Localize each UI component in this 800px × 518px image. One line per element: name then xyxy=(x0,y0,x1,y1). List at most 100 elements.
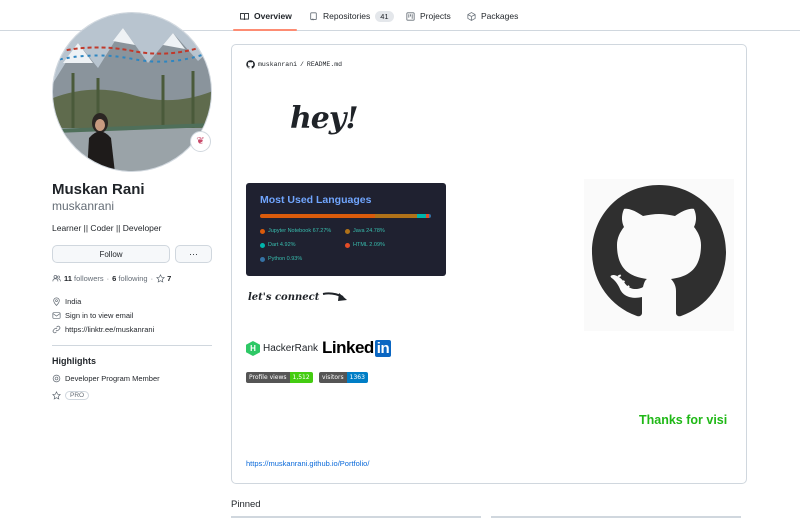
language-item: Python 0.93% xyxy=(260,256,302,262)
profile-views-badge: Profile views 1,512 xyxy=(246,372,313,383)
repo-icon xyxy=(310,11,317,20)
lets-connect-text: let's connect xyxy=(248,289,351,305)
hackerrank-icon: H xyxy=(246,341,260,356)
profile-views-label: Profile views xyxy=(246,372,290,383)
language-item: Java 24.78% xyxy=(345,228,385,234)
languages-card-title: Most Used Languages xyxy=(260,194,372,206)
profile-bio: Learner || Coder || Developer xyxy=(52,223,162,233)
book-icon xyxy=(240,12,249,20)
tab-projects-label: Projects xyxy=(420,11,451,21)
language-dot xyxy=(345,242,350,248)
language-item: Dart 4.92% xyxy=(260,242,296,248)
tab-packages-label: Packages xyxy=(481,11,519,21)
profile-username: muskanrani xyxy=(52,199,115,213)
tab-packages[interactable]: Packages xyxy=(467,6,518,26)
readme-card: muskanrani / README.md hey! Most Used La… xyxy=(231,44,747,484)
location-icon xyxy=(53,297,60,306)
stars-link[interactable]: 7 xyxy=(156,274,171,283)
highlight-pro: PRO xyxy=(52,391,90,400)
status-emoji-button[interactable]: ❦ xyxy=(190,131,211,152)
lets-connect-label: let's connect xyxy=(248,291,320,303)
linkedin-link[interactable]: Linked in xyxy=(322,338,392,358)
language-label: Jupyter Notebook 67.27% xyxy=(268,228,332,234)
tab-repositories[interactable]: Repositories 41 xyxy=(309,6,394,26)
website-row: https://linktr.ee/muskanrani xyxy=(52,325,154,334)
readme-path-file[interactable]: README.md xyxy=(307,61,342,68)
language-bar-segment xyxy=(429,214,431,218)
avatar[interactable] xyxy=(52,12,212,172)
highlight-developer-program-label: Developer Program Member xyxy=(65,374,160,383)
languages-progress-bar xyxy=(260,214,431,218)
tab-overview[interactable]: Overview xyxy=(240,6,292,26)
stats-separator: · xyxy=(106,274,110,283)
arrow-icon xyxy=(323,292,348,301)
cpu-icon xyxy=(52,374,61,383)
project-icon xyxy=(406,11,415,21)
hackerrank-label: HackerRank xyxy=(263,343,319,354)
language-item: HTML 2.09% xyxy=(345,242,385,248)
follow-button[interactable]: Follow xyxy=(52,245,170,263)
stats-separator: · xyxy=(150,274,154,283)
location-text: India xyxy=(65,297,82,306)
highlight-developer-program[interactable]: Developer Program Member xyxy=(52,374,160,383)
language-label: Python 0.93% xyxy=(268,256,303,262)
status-icon: ❦ xyxy=(196,136,205,147)
tab-overview-label: Overview xyxy=(254,11,292,21)
github-icon xyxy=(246,60,255,69)
followers-link[interactable]: 11 followers xyxy=(64,274,104,283)
tab-repositories-label: Repositories xyxy=(323,11,371,21)
linkedin-label: Linked xyxy=(322,338,374,357)
language-dot xyxy=(260,256,265,262)
followers-label: followers xyxy=(74,274,104,283)
mail-icon xyxy=(52,312,61,319)
star-icon xyxy=(156,274,166,283)
visitors-badge: visitors 1363 xyxy=(319,372,368,383)
tab-selected-underline xyxy=(233,29,297,31)
website-link[interactable]: https://linktr.ee/muskanrani xyxy=(65,325,154,334)
followers-count: 11 xyxy=(64,274,72,283)
readme-path-separator: / xyxy=(300,61,304,68)
most-used-languages-card: Most Used Languages Jupyter Notebook 67.… xyxy=(246,183,446,276)
tab-projects[interactable]: Projects xyxy=(406,6,451,26)
visitors-label: visitors xyxy=(319,372,347,383)
language-item: Jupyter Notebook 67.27% xyxy=(260,228,331,234)
avatar-photo xyxy=(53,13,211,171)
language-bar-segment xyxy=(375,214,418,218)
language-label: Java 24.78% xyxy=(353,228,385,234)
package-icon xyxy=(467,11,476,21)
language-label: HTML 2.09% xyxy=(353,242,385,248)
sidebar-divider xyxy=(52,345,212,346)
more-options-button[interactable]: ··· xyxy=(175,245,212,263)
repositories-count: 41 xyxy=(375,10,394,22)
readme-path: muskanrani / README.md xyxy=(246,60,342,69)
hey-greeting: hey! xyxy=(290,101,358,136)
link-icon xyxy=(52,325,61,334)
visitors-value: 1363 xyxy=(346,372,368,383)
location-row: India xyxy=(52,297,81,306)
language-dot xyxy=(260,228,265,234)
following-link[interactable]: 6 following xyxy=(112,274,147,283)
profile-views-value: 1,512 xyxy=(289,372,313,383)
people-icon xyxy=(52,275,61,282)
profile-name: Muskan Rani xyxy=(52,181,145,198)
linkedin-icon: in xyxy=(374,339,392,357)
stars-count: 7 xyxy=(167,274,172,283)
pro-badge: PRO xyxy=(65,391,90,400)
star-icon xyxy=(52,391,61,400)
hackerrank-link[interactable]: H HackerRank xyxy=(246,341,318,356)
language-bar-segment xyxy=(417,214,426,218)
language-label: Dart 4.92% xyxy=(268,242,296,248)
readme-path-user[interactable]: muskanrani xyxy=(258,61,297,68)
following-label: following xyxy=(118,274,148,283)
email-row[interactable]: Sign in to view email xyxy=(52,311,133,320)
thanks-for-visiting-text: Thanks for visi xyxy=(639,413,728,427)
follow-stats: 11 followers · 6 following · 7 xyxy=(52,274,171,283)
github-octocat-logo xyxy=(584,179,734,331)
email-link[interactable]: Sign in to view email xyxy=(65,311,133,320)
language-bar-segment xyxy=(260,214,376,218)
language-dot xyxy=(345,228,350,234)
language-dot xyxy=(260,242,265,248)
following-count: 6 xyxy=(112,274,117,283)
portfolio-link[interactable]: https://muskanrani.github.io/Portfolio/ xyxy=(246,459,369,468)
highlights-heading: Highlights xyxy=(52,356,96,366)
